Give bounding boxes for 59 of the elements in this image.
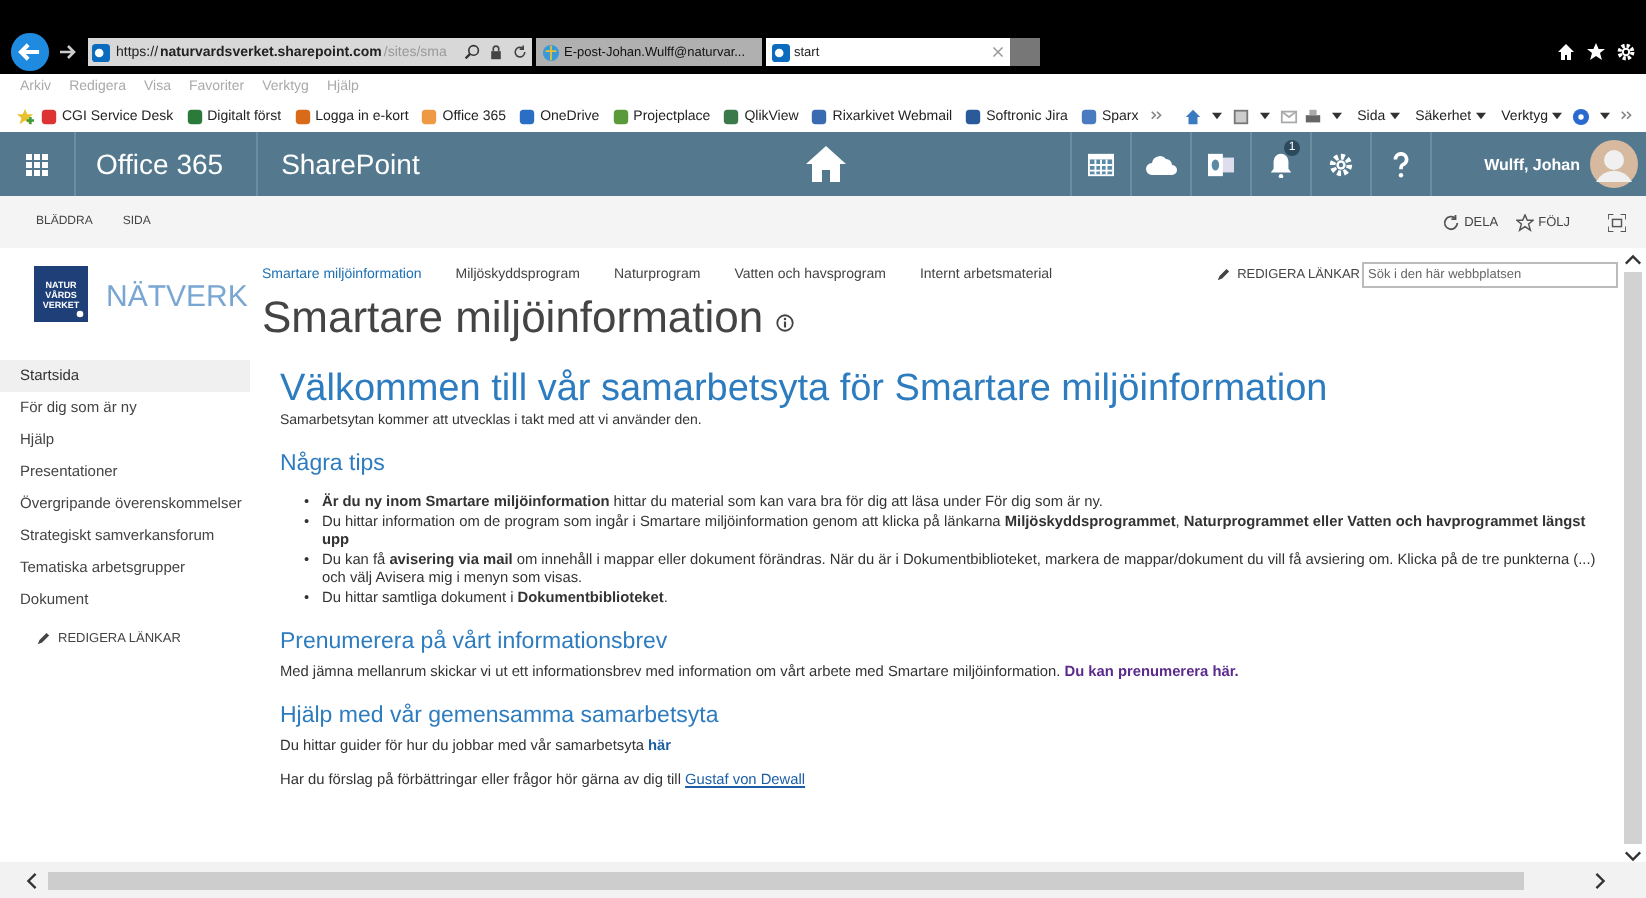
scroll-up-icon[interactable] [1623,254,1641,266]
favorites-star-icon[interactable] [16,107,34,125]
section-heading: Prenumerera på vårt informationsbrev [280,630,670,654]
favicon-icon [611,107,630,125]
refresh-icon[interactable] [512,44,528,60]
scroll-left-icon[interactable] [26,871,38,889]
star-outline-icon [1516,213,1535,231]
horizontal-scrollbar[interactable] [0,862,1646,898]
pencil-icon [36,632,50,646]
print-icon[interactable] [1303,107,1322,125]
calendar-icon [1088,151,1114,177]
dropdown-caret-icon [1552,112,1562,120]
favicon-icon [420,107,439,125]
search-icon[interactable] [464,44,480,60]
dropdown-caret-icon[interactable] [1331,112,1342,120]
vertical-scrollbar[interactable] [1618,248,1646,862]
focus-mode-icon[interactable] [1608,213,1626,231]
site-icon [772,43,790,61]
app-grid-icon [26,153,48,175]
dropdown-caret-icon[interactable] [1211,112,1222,120]
chevron-icon[interactable] [1620,109,1634,123]
page-title: Smartare miljöinformation [262,292,764,344]
back-icon[interactable] [10,32,50,72]
favicon-icon [518,107,537,125]
scroll-right-icon[interactable] [1594,871,1606,889]
favicon-icon [40,107,58,125]
star-icon[interactable] [1586,42,1606,62]
dropdown-caret-icon [1475,112,1486,120]
section-heading: Några tips [280,452,387,476]
favicon-icon [722,107,741,125]
user-name[interactable]: Wulff, Johan [1484,155,1580,173]
welcome-heading: Välkommen till vår samarbetsyta för Smartare miljöinformation [280,368,1330,412]
favicon-icon [964,107,983,125]
close-icon[interactable] [992,46,1004,58]
home-icon[interactable] [1556,42,1576,62]
chevron-icon[interactable] [1150,109,1165,123]
scroll-down-icon[interactable] [1623,850,1641,862]
dropdown-caret-icon[interactable] [1600,112,1610,120]
settings-icon[interactable] [1616,42,1636,62]
site-icon [92,43,110,61]
pencil-icon [1215,267,1230,281]
globe-icon [542,43,560,61]
cloud-icon [1145,153,1177,175]
favicon-icon [810,107,829,125]
section-heading: Hjälp med vår gemensamma samarbetsyta [280,704,721,728]
dropdown-caret-icon [1389,112,1400,120]
favicon-icon [1079,107,1098,125]
avatar-icon[interactable] [1590,140,1638,188]
app-name[interactable]: SharePoint [257,132,444,196]
settings-icon [1328,151,1354,177]
lock-icon [488,44,504,60]
favicon-icon [185,107,204,125]
dropdown-caret-icon[interactable] [1259,112,1270,120]
mail-app-icon [1208,151,1234,177]
info-icon[interactable] [775,314,794,332]
favicon-icon [293,107,312,125]
forward-icon[interactable] [58,42,78,62]
bell-icon [1268,151,1294,177]
share-icon [1442,213,1461,231]
